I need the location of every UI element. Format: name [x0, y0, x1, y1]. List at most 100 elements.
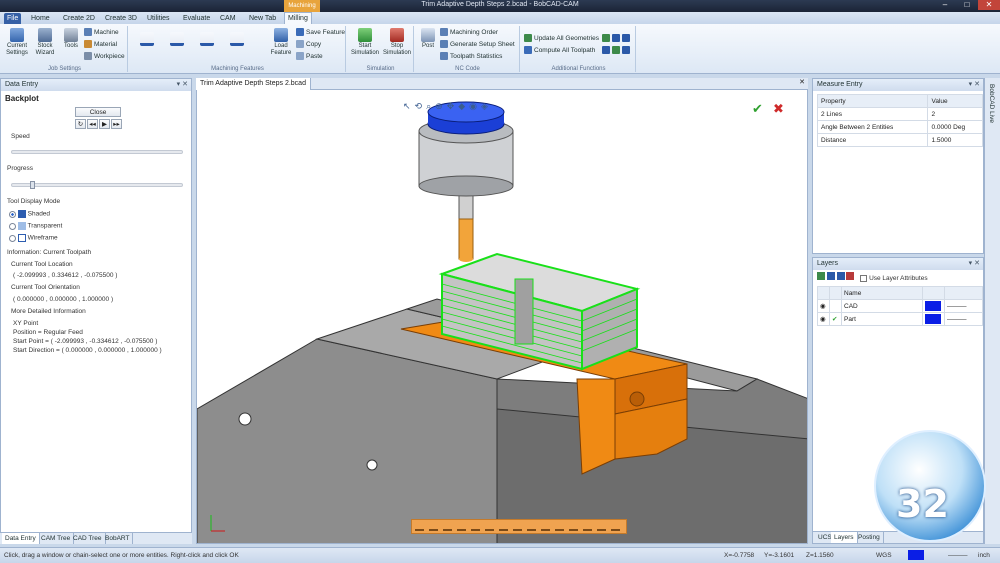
current-color-swatch[interactable]: [908, 550, 924, 560]
add-layer-icon[interactable]: [817, 272, 825, 280]
rotate-icon[interactable]: ⟲: [415, 101, 427, 111]
color-swatch[interactable]: [925, 301, 941, 311]
line-style[interactable]: ———: [944, 312, 983, 326]
toolpath-statistics-button[interactable]: Toolpath Statistics: [440, 52, 502, 62]
tab-cam-tree[interactable]: CAM Tree: [38, 533, 75, 544]
machine-button[interactable]: Machine: [84, 28, 119, 38]
accept-check-icon[interactable]: ✔: [752, 101, 763, 117]
machining-order-button[interactable]: Machining Order: [440, 28, 498, 38]
stop-simulation-button[interactable]: Stop Simulation: [382, 28, 412, 57]
table-row[interactable]: Distance 1.5000: [816, 133, 983, 147]
active-check-icon[interactable]: ✔: [829, 312, 842, 326]
update-all-geometries-button[interactable]: Update All Geometries: [524, 34, 599, 44]
backplot-tool-icon[interactable]: [555, 522, 564, 531]
table-row[interactable]: ◉ ✔ Part ———: [817, 312, 983, 326]
start-simulation-button[interactable]: Start Simulation: [350, 28, 380, 57]
document-tab[interactable]: Trim Adaptive Depth Steps 2.bcad: [196, 78, 311, 90]
tab-data-entry[interactable]: Data Entry: [2, 533, 40, 544]
stock-wizard-button[interactable]: Stock Wizard: [32, 28, 58, 57]
backplot-tool-icon[interactable]: [597, 522, 606, 531]
layer-toolbar[interactable]: Use Layer Attributes: [817, 272, 928, 282]
rewind-icon[interactable]: ◂◂: [87, 119, 98, 129]
table-row[interactable]: 2 Lines 2: [816, 107, 983, 121]
line-style-indicator[interactable]: ———: [948, 548, 968, 563]
mode-wireframe[interactable]: Wireframe: [9, 234, 58, 242]
tab-milling[interactable]: Milling: [284, 12, 312, 24]
table-row[interactable]: ◉ CAD ———: [817, 299, 983, 313]
backplot-tool-icon[interactable]: [583, 522, 592, 531]
close-document-icon[interactable]: ✕: [799, 78, 805, 86]
speed-slider[interactable]: [11, 150, 183, 154]
move-up-icon[interactable]: [826, 272, 835, 280]
tab-home[interactable]: Home: [28, 13, 53, 24]
zoom-window-icon[interactable]: ⌕: [426, 101, 435, 111]
feature-5-axis-icon[interactable]: [224, 32, 250, 47]
tab-cam[interactable]: CAM: [217, 13, 239, 24]
backplot-tool-icon[interactable]: [513, 522, 522, 531]
feature-2-axis-icon[interactable]: [134, 32, 160, 47]
move-down-icon[interactable]: [836, 272, 845, 280]
line-style[interactable]: ———: [944, 299, 983, 313]
eye-icon[interactable]: ◉: [817, 299, 830, 313]
backplot-tool-icon[interactable]: [471, 522, 480, 531]
units-indicator[interactable]: WGS: [876, 548, 892, 563]
tab-create-2d[interactable]: Create 2D: [60, 13, 98, 24]
save-feature-button[interactable]: Save Feature: [296, 28, 345, 38]
zoom-icon[interactable]: ⊕: [435, 101, 447, 111]
shade-icon[interactable]: ◈: [481, 101, 492, 111]
material-button[interactable]: Material: [84, 40, 117, 50]
extra-tool-icons-2[interactable]: [602, 46, 632, 56]
cancel-x-icon[interactable]: ✖: [773, 101, 784, 117]
delete-layer-icon[interactable]: [846, 272, 855, 280]
tab-create-3d[interactable]: Create 3D: [102, 13, 140, 24]
backplot-tool-icon[interactable]: [443, 522, 452, 531]
minimize-icon[interactable]: –: [934, 0, 956, 10]
backplot-tool-icon[interactable]: [457, 522, 466, 531]
color-swatch[interactable]: [925, 314, 941, 324]
view-cube-icon[interactable]: ◆: [458, 101, 469, 111]
bobcad-live-label[interactable]: BobCAD Live: [988, 84, 995, 123]
graphics-viewport[interactable]: [196, 78, 808, 544]
copy-button[interactable]: Copy: [296, 40, 321, 50]
backplot-tool-icon[interactable]: [541, 522, 550, 531]
render-icon[interactable]: ◉: [469, 101, 481, 111]
tab-posting[interactable]: Posting: [855, 532, 884, 543]
panel-controls[interactable]: ▾ ✕: [969, 258, 980, 270]
mode-shaded[interactable]: Shaded: [9, 210, 50, 218]
backplot-toolstrip[interactable]: [411, 519, 627, 534]
column-header[interactable]: Property: [816, 94, 929, 108]
load-feature-button[interactable]: Load Feature: [268, 28, 294, 57]
current-settings-button[interactable]: Current Settings: [4, 28, 30, 57]
tab-layers[interactable]: Layers: [831, 532, 858, 543]
paste-button[interactable]: Paste: [296, 52, 323, 62]
table-row[interactable]: Angle Between 2 Entities 0.0000 Deg: [816, 120, 983, 134]
use-layer-attributes-checkbox[interactable]: [860, 274, 868, 282]
backplot-tool-icon[interactable]: [527, 522, 536, 531]
panel-controls[interactable]: ▾ ✕: [177, 79, 188, 91]
bobcad-live-strip[interactable]: BobCAD Live: [984, 78, 1000, 544]
pan-icon[interactable]: ✥: [447, 101, 459, 111]
tab-evaluate[interactable]: Evaluate: [180, 13, 213, 24]
loop-icon[interactable]: ↻: [75, 119, 86, 129]
tab-file[interactable]: File: [4, 13, 22, 24]
feature-4-axis-icon[interactable]: [194, 32, 220, 47]
tab-bobart[interactable]: BobART: [102, 533, 134, 544]
maximize-icon[interactable]: □: [956, 0, 978, 10]
post-button[interactable]: Post: [418, 28, 438, 50]
eye-icon[interactable]: ◉: [817, 312, 830, 326]
step-forward-icon[interactable]: ▸▸: [111, 119, 122, 129]
progress-thumb[interactable]: [30, 181, 35, 189]
tab-cad-tree[interactable]: CAD Tree: [70, 533, 106, 544]
compute-all-toolpath-button[interactable]: Compute All Toolpath: [524, 46, 595, 56]
backplot-tool-icon[interactable]: [569, 522, 578, 531]
feature-3-axis-icon[interactable]: [164, 32, 190, 47]
backplot-tool-icon[interactable]: [429, 522, 438, 531]
panel-controls[interactable]: ▾ ✕: [969, 79, 980, 91]
play-icon[interactable]: ▶: [99, 119, 110, 129]
column-header[interactable]: Value: [927, 94, 983, 108]
workpiece-button[interactable]: Workpiece: [84, 52, 125, 62]
select-icon[interactable]: ↖: [403, 101, 415, 111]
tab-utilities[interactable]: Utilities: [144, 13, 173, 24]
backplot-tool-icon[interactable]: [499, 522, 508, 531]
setup-sheet-button[interactable]: Generate Setup Sheet: [440, 40, 515, 50]
